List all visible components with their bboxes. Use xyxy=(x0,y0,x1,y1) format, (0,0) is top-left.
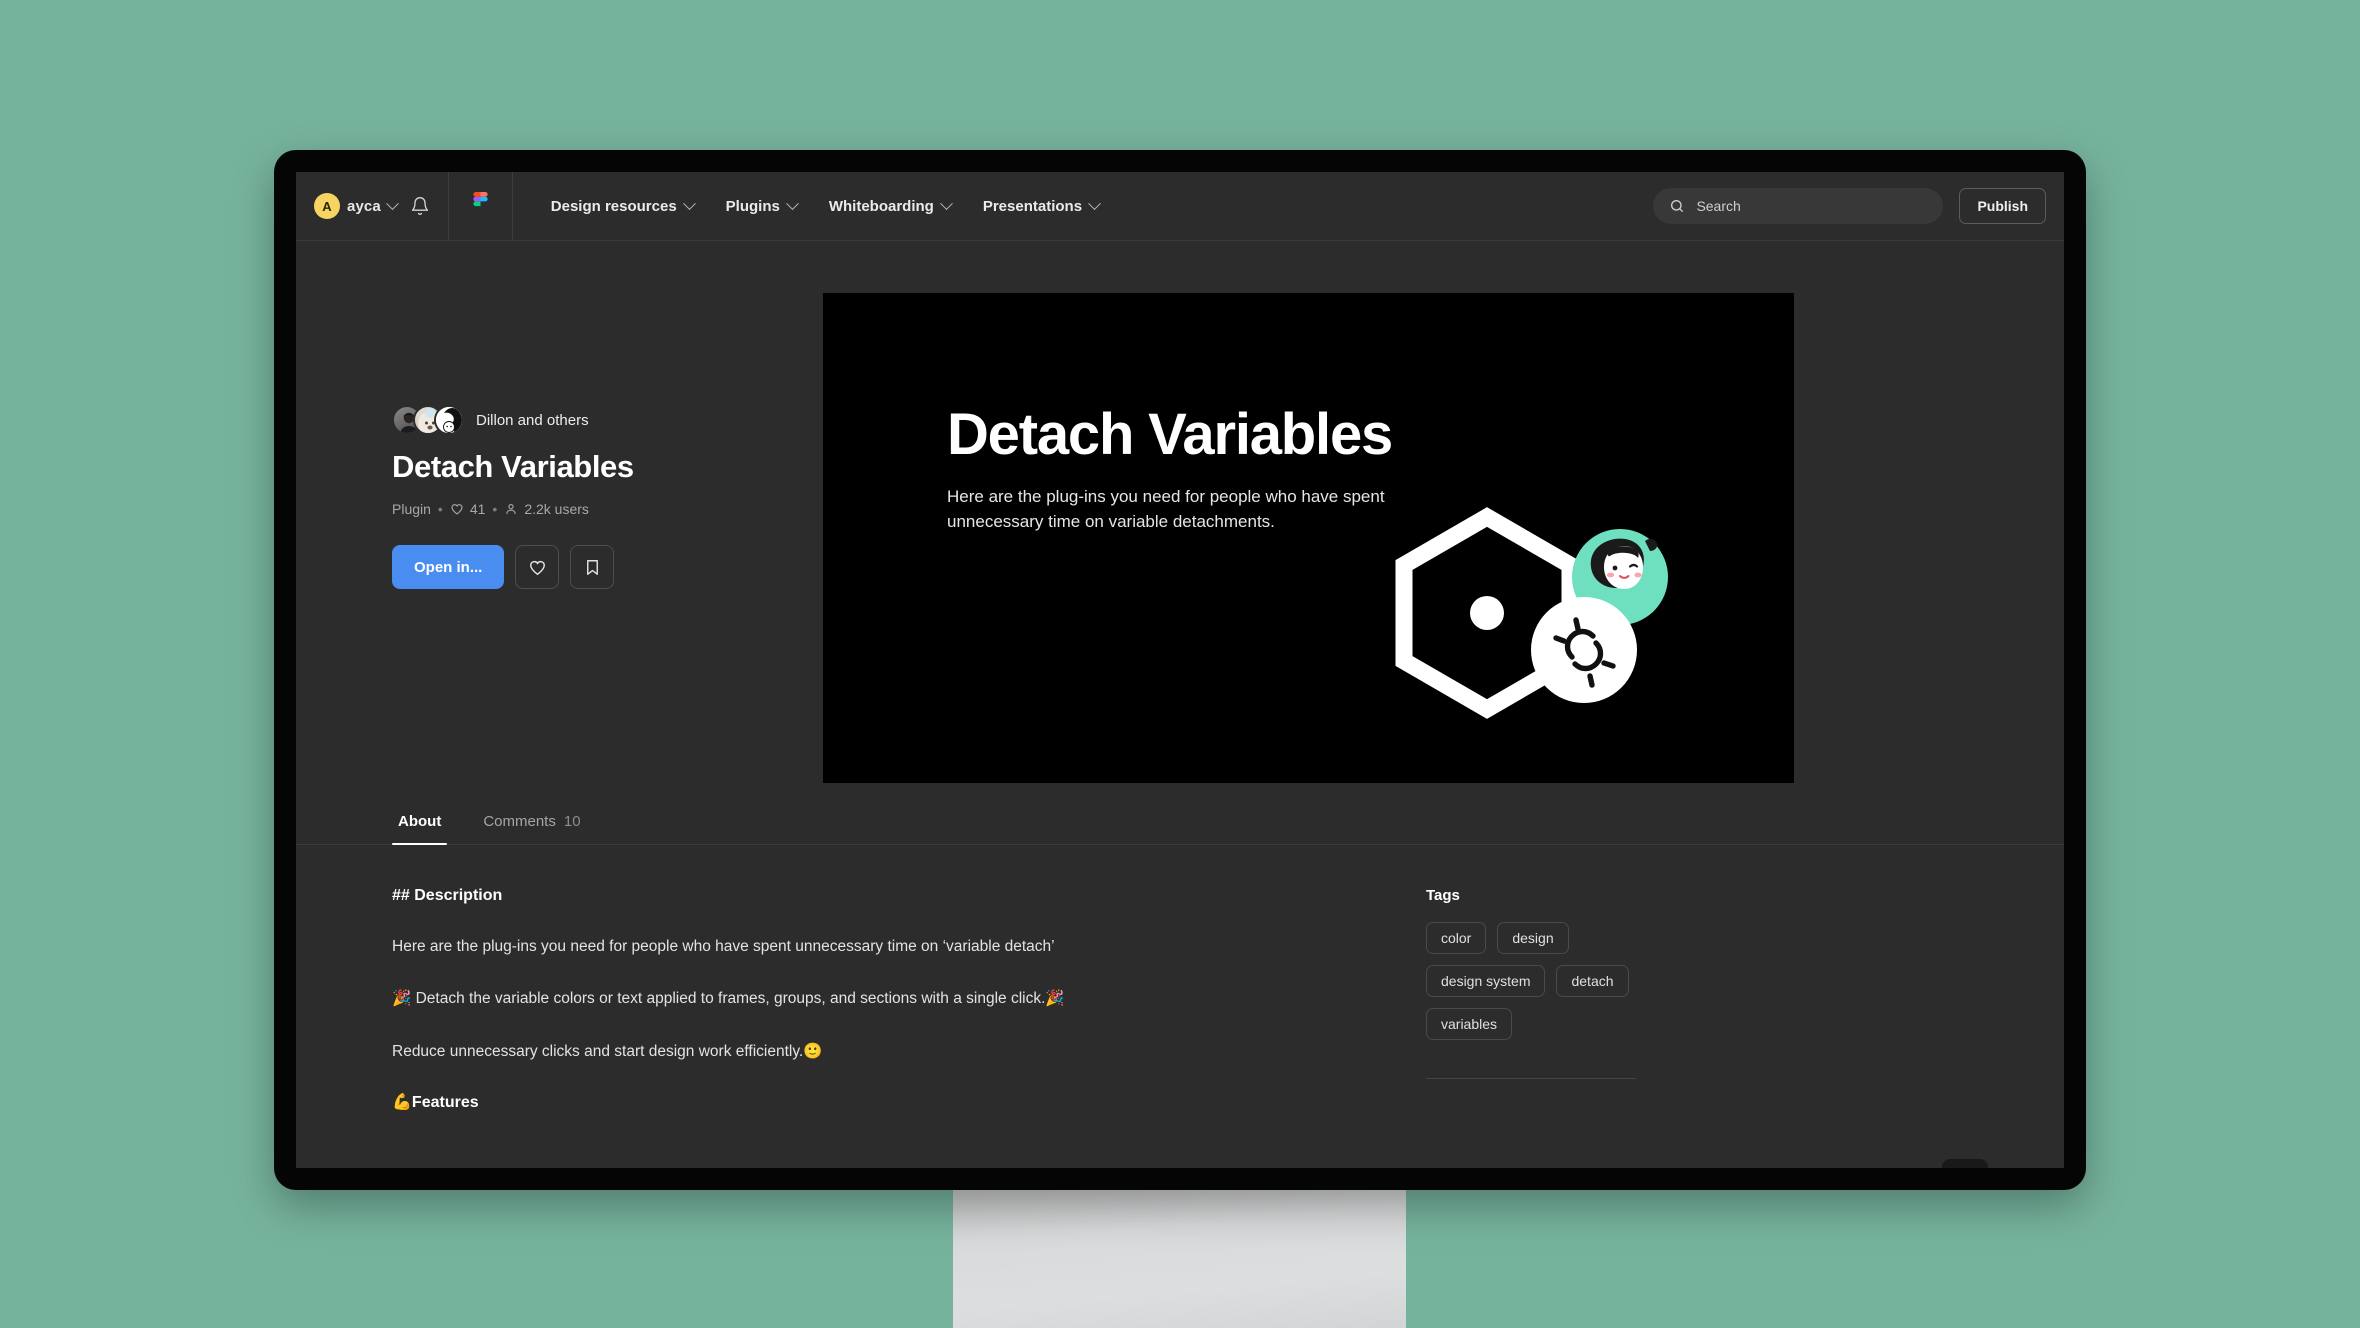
nav-item-whiteboarding[interactable]: Whiteboarding xyxy=(813,190,967,223)
tab-content-about: ## Description Here are the plug-ins you… xyxy=(296,845,2064,1168)
description-heading: ## Description xyxy=(392,887,503,904)
figma-logo-icon xyxy=(473,192,488,207)
tag-variables[interactable]: variables xyxy=(1426,1008,1513,1040)
chevron-down-icon xyxy=(1088,196,1101,210)
tab-about[interactable]: About xyxy=(392,813,448,845)
like-button[interactable] xyxy=(515,545,560,589)
broken-link-badge xyxy=(1531,597,1637,703)
tags-list: color design design system detach variab… xyxy=(1426,922,1636,1040)
heart-icon xyxy=(529,560,545,575)
author-name-label: Dillon and others xyxy=(476,411,589,429)
description-paragraph: 🎉 Detach the variable colors or text app… xyxy=(392,990,1065,1008)
like-count-value: 41 xyxy=(469,501,486,517)
like-count: 41 xyxy=(450,501,486,517)
action-buttons: Open in... xyxy=(392,545,823,589)
user-count-value: 2.2k users xyxy=(524,501,589,517)
meta-separator: • xyxy=(492,501,498,517)
author-row[interactable]: Dillon and others xyxy=(392,405,823,435)
tab-count: 10 xyxy=(563,813,581,830)
chevron-down-icon xyxy=(939,196,953,210)
heart-icon xyxy=(451,504,463,515)
plugin-cover-art[interactable]: Detach Variables Here are the plug-ins y… xyxy=(823,293,1794,783)
username-label: ayca xyxy=(347,197,381,215)
nav-label: Plugins xyxy=(725,197,780,215)
chevron-down-icon xyxy=(385,196,399,210)
tag-color[interactable]: color xyxy=(1426,922,1487,954)
topbar-right-cluster: Search Publish xyxy=(1653,172,2046,240)
plugin-info-panel: Dillon and others Detach Variables Plugi… xyxy=(296,293,823,783)
description-column: ## Description Here are the plug-ins you… xyxy=(296,887,1426,1168)
cover-subtitle: Here are the plug-ins you need for peopl… xyxy=(947,487,1385,531)
publish-button[interactable]: Publish xyxy=(1959,188,2046,224)
meta-separator: • xyxy=(437,501,443,517)
person-icon xyxy=(506,504,516,515)
features-heading: 💪Features xyxy=(392,1093,479,1111)
figma-logo-link[interactable] xyxy=(449,172,513,240)
partially-visible-panel xyxy=(1942,1159,1988,1168)
tags-title: Tags xyxy=(1426,887,1460,904)
tag-detach[interactable]: detach xyxy=(1556,965,1629,997)
nav-label: Presentations xyxy=(982,197,1083,215)
description-paragraph: Here are the plug-ins you need for peopl… xyxy=(392,938,1055,955)
plugin-hero-section: Dillon and others Detach Variables Plugi… xyxy=(296,241,2064,783)
bell-icon[interactable] xyxy=(410,196,430,216)
search-icon xyxy=(1671,200,1684,212)
cover-graphic xyxy=(1395,507,1668,719)
nav-item-presentations[interactable]: Presentations xyxy=(967,190,1115,223)
plugin-meta: Plugin • 41 • 2.2k users xyxy=(392,501,823,517)
bookmark-icon xyxy=(586,559,598,575)
tags-panel: Tags color design design system detach v… xyxy=(1426,887,1696,1168)
author-avatar-group xyxy=(392,405,464,435)
device-frame: A ayca Design resources Plugins Whiteboa… xyxy=(274,150,2086,1190)
save-bookmark-button[interactable] xyxy=(570,545,615,589)
search-placeholder: Search xyxy=(1696,198,1741,214)
search-input[interactable]: Search xyxy=(1653,188,1944,224)
user-menu[interactable]: A ayca xyxy=(314,193,399,219)
chevron-down-icon xyxy=(682,196,696,210)
avatar: A xyxy=(314,193,340,219)
tab-label: About xyxy=(398,813,442,830)
monitor-stand xyxy=(953,1180,1406,1328)
nav-item-plugins[interactable]: Plugins xyxy=(710,190,813,223)
nav-item-design-resources[interactable]: Design resources xyxy=(535,190,710,223)
user-count: 2.2k users xyxy=(504,501,589,517)
chevron-down-icon xyxy=(785,196,799,210)
app-screen: A ayca Design resources Plugins Whiteboa… xyxy=(296,172,2064,1168)
avatar xyxy=(434,405,464,435)
primary-nav: Design resources Plugins Whiteboarding P… xyxy=(513,190,1115,223)
top-navigation-bar: A ayca Design resources Plugins Whiteboa… xyxy=(296,172,2064,241)
tag-design-system[interactable]: design system xyxy=(1426,965,1546,997)
plugin-type-label: Plugin xyxy=(392,501,431,517)
page-title: Detach Variables xyxy=(392,449,634,484)
content-tabs: About Comments 10 xyxy=(296,783,2064,845)
tab-label: Comments xyxy=(483,813,556,830)
description-paragraph: Reduce unnecessary clicks and start desi… xyxy=(392,1042,823,1060)
nav-label: Design resources xyxy=(550,197,677,215)
tab-comments[interactable]: Comments 10 xyxy=(477,813,586,844)
divider xyxy=(1426,1078,1636,1079)
cover-title: Detach Variables xyxy=(947,402,1393,467)
open-in-button[interactable]: Open in... xyxy=(392,545,505,589)
tag-design[interactable]: design xyxy=(1497,922,1569,954)
topbar-left-cluster: A ayca xyxy=(296,172,449,240)
nav-label: Whiteboarding xyxy=(828,197,934,215)
